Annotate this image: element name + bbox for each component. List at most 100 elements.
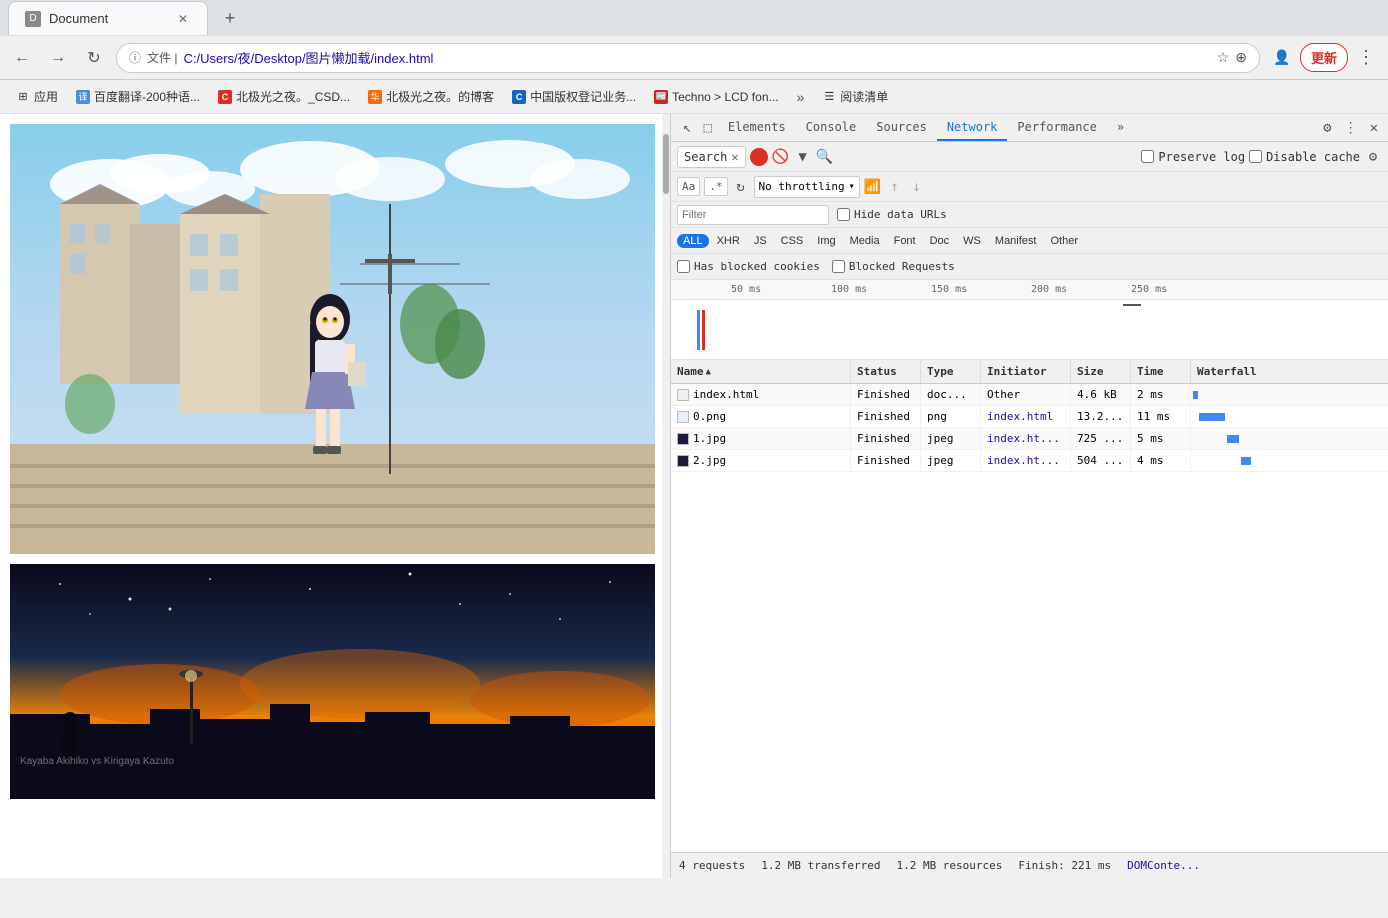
address-box[interactable]: ⓘ 文件 | C:/Users/夜/Desktop/图片懒加载/index.ht… <box>116 43 1260 73</box>
gear-button[interactable]: ⚙ <box>1364 148 1382 166</box>
table-row[interactable]: index.html Finished doc... Other 4.6 kB … <box>671 384 1388 406</box>
type-btn-img[interactable]: Img <box>811 234 841 248</box>
tab-elements[interactable]: Elements <box>718 114 796 141</box>
browser-tab[interactable]: D Document ✕ <box>8 1 208 35</box>
requests-count: 4 requests <box>679 859 745 872</box>
tab-console[interactable]: Console <box>796 114 867 141</box>
blocked-bar: Has blocked cookies Blocked Requests <box>671 254 1388 280</box>
page-scrollbar-thumb[interactable] <box>663 134 669 194</box>
tab-more[interactable]: » <box>1107 114 1134 141</box>
bookmark-baidu[interactable]: 译 百度翻译-200种语... <box>68 84 208 109</box>
tab-network[interactable]: Network <box>937 114 1008 141</box>
th-size[interactable]: Size <box>1071 360 1131 383</box>
page-scrollbar[interactable] <box>662 114 670 878</box>
type-btn-other[interactable]: Other <box>1044 234 1084 248</box>
close-devtools-icon[interactable]: ✕ <box>1366 120 1382 136</box>
devtools-tabs: ↖ ⬚ Elements Console Sources Network Per… <box>677 114 1134 141</box>
new-tab-btn[interactable]: + <box>216 4 244 32</box>
type-btn-ws[interactable]: WS <box>957 234 987 248</box>
mobile-icon[interactable]: ⬚ <box>697 120 717 136</box>
td-initiator: index.html <box>981 406 1071 427</box>
star-icon[interactable]: ☆ <box>1217 49 1230 66</box>
disable-cache-checkbox[interactable]: Disable cache <box>1249 150 1360 164</box>
type-btn-doc[interactable]: Doc <box>924 234 956 248</box>
reload-button[interactable]: ↻ <box>80 44 108 72</box>
filter-icon[interactable]: ▼ <box>794 148 812 166</box>
clear-button[interactable]: 🚫 <box>772 148 790 166</box>
bookmark-label: 阅读清单 <box>840 88 888 105</box>
preserve-log-checkbox[interactable]: Preserve log <box>1141 150 1245 164</box>
translate-icon[interactable]: ⊕ <box>1235 49 1247 66</box>
filter-input[interactable] <box>677 205 829 225</box>
th-time[interactable]: Time <box>1131 360 1191 383</box>
th-waterfall[interactable]: Waterfall <box>1191 360 1388 383</box>
bookmark-copyright[interactable]: C 中国版权登记业务... <box>504 84 644 109</box>
tab-performance[interactable]: Performance <box>1007 114 1106 141</box>
settings-icon[interactable]: ⚙ <box>1319 120 1335 136</box>
waterfall-bar <box>1199 413 1225 421</box>
bookmark-blog[interactable]: 华 北极光之夜。的博客 <box>360 84 502 109</box>
tab-close-icon[interactable]: ✕ <box>175 11 191 27</box>
blocked-cookies-input[interactable] <box>677 260 690 273</box>
svg-text:Kayaba Akihiko vs Kirigaya Kaz: Kayaba Akihiko vs Kirigaya Kazuto <box>20 756 174 767</box>
th-initiator[interactable]: Initiator <box>981 360 1071 383</box>
type-btn-all[interactable]: ALL <box>677 234 709 248</box>
file-icon <box>677 455 689 467</box>
bookmark-techno[interactable]: 📰 Techno > LCD fon... <box>646 86 786 108</box>
th-name[interactable]: Name ▲ <box>671 360 851 383</box>
search-close-icon[interactable]: ✕ <box>731 150 738 164</box>
th-status[interactable]: Status <box>851 360 921 383</box>
type-btn-xhr[interactable]: XHR <box>711 234 746 248</box>
type-filter-bar: ALL XHR JS CSS Img Media Font Doc WS Man… <box>671 228 1388 254</box>
preserve-log-input[interactable] <box>1141 150 1154 163</box>
td-time: 11 ms <box>1131 406 1191 427</box>
type-btn-media[interactable]: Media <box>844 234 886 248</box>
search-toggle-icon[interactable]: 🔍 <box>816 148 834 166</box>
menu-icon[interactable]: ⋮ <box>1352 44 1380 72</box>
search-box[interactable]: Search ✕ <box>677 146 746 168</box>
bookmark-apps[interactable]: ⊞ 应用 <box>8 84 66 109</box>
upload-icon[interactable]: ↑ <box>886 178 904 196</box>
back-button[interactable]: ← <box>8 44 36 72</box>
bookmark-csd1[interactable]: C 北极光之夜。_CSD... <box>210 84 358 109</box>
refresh-icon[interactable]: ↻ <box>732 178 750 196</box>
profile-icon[interactable]: 👤 <box>1268 44 1296 72</box>
cursor-icon[interactable]: ↖ <box>677 120 697 136</box>
hide-data-urls-checkbox[interactable]: Hide data URLs <box>837 208 947 221</box>
type-btn-js[interactable]: JS <box>748 234 773 248</box>
bookmark-more[interactable]: » <box>789 85 813 109</box>
td-name: 0.png <box>671 406 851 427</box>
wifi-icon[interactable]: 📶 <box>864 178 882 196</box>
download-icon[interactable]: ↓ <box>908 178 926 196</box>
table-row[interactable]: 1.jpg Finished jpeg index.ht... 725 ... … <box>671 428 1388 450</box>
td-name: 1.jpg <box>671 428 851 449</box>
regex-button[interactable]: .* <box>704 177 727 196</box>
forward-button[interactable]: → <box>44 44 72 72</box>
dom-content-link[interactable]: DOMConte... <box>1127 859 1200 872</box>
table-row[interactable]: 0.png Finished png index.html 13.2... 11… <box>671 406 1388 428</box>
font-size-button[interactable]: Aa <box>677 177 700 196</box>
preserve-log-label: Preserve log <box>1158 150 1245 164</box>
td-size: 4.6 kB <box>1071 384 1131 405</box>
more-icon[interactable]: ⋮ <box>1340 120 1362 136</box>
blocked-requests-label: Blocked Requests <box>849 260 955 273</box>
tab-sources[interactable]: Sources <box>866 114 937 141</box>
update-button[interactable]: 更新 <box>1300 43 1348 72</box>
record-button[interactable] <box>750 148 768 166</box>
bookmark-readlist[interactable]: ☰ 阅读清单 <box>814 84 896 109</box>
type-btn-manifest[interactable]: Manifest <box>989 234 1043 248</box>
hide-data-urls-input[interactable] <box>837 208 850 221</box>
type-btn-css[interactable]: CSS <box>775 234 810 248</box>
timeline-red-bar <box>702 310 705 350</box>
throttle-selector[interactable]: No throttling ▾ <box>754 176 860 198</box>
copyright-icon: C <box>512 90 526 104</box>
table-row[interactable]: 2.jpg Finished jpeg index.ht... 504 ... … <box>671 450 1388 472</box>
type-btn-font[interactable]: Font <box>888 234 922 248</box>
has-blocked-cookies[interactable]: Has blocked cookies <box>677 260 820 273</box>
address-text[interactable]: C:/Users/夜/Desktop/图片懒加载/index.html <box>183 48 1210 67</box>
th-type[interactable]: Type <box>921 360 981 383</box>
disable-cache-input[interactable] <box>1249 150 1262 163</box>
td-type: doc... <box>921 384 981 405</box>
blocked-requests-input[interactable] <box>832 260 845 273</box>
blocked-requests[interactable]: Blocked Requests <box>832 260 955 273</box>
